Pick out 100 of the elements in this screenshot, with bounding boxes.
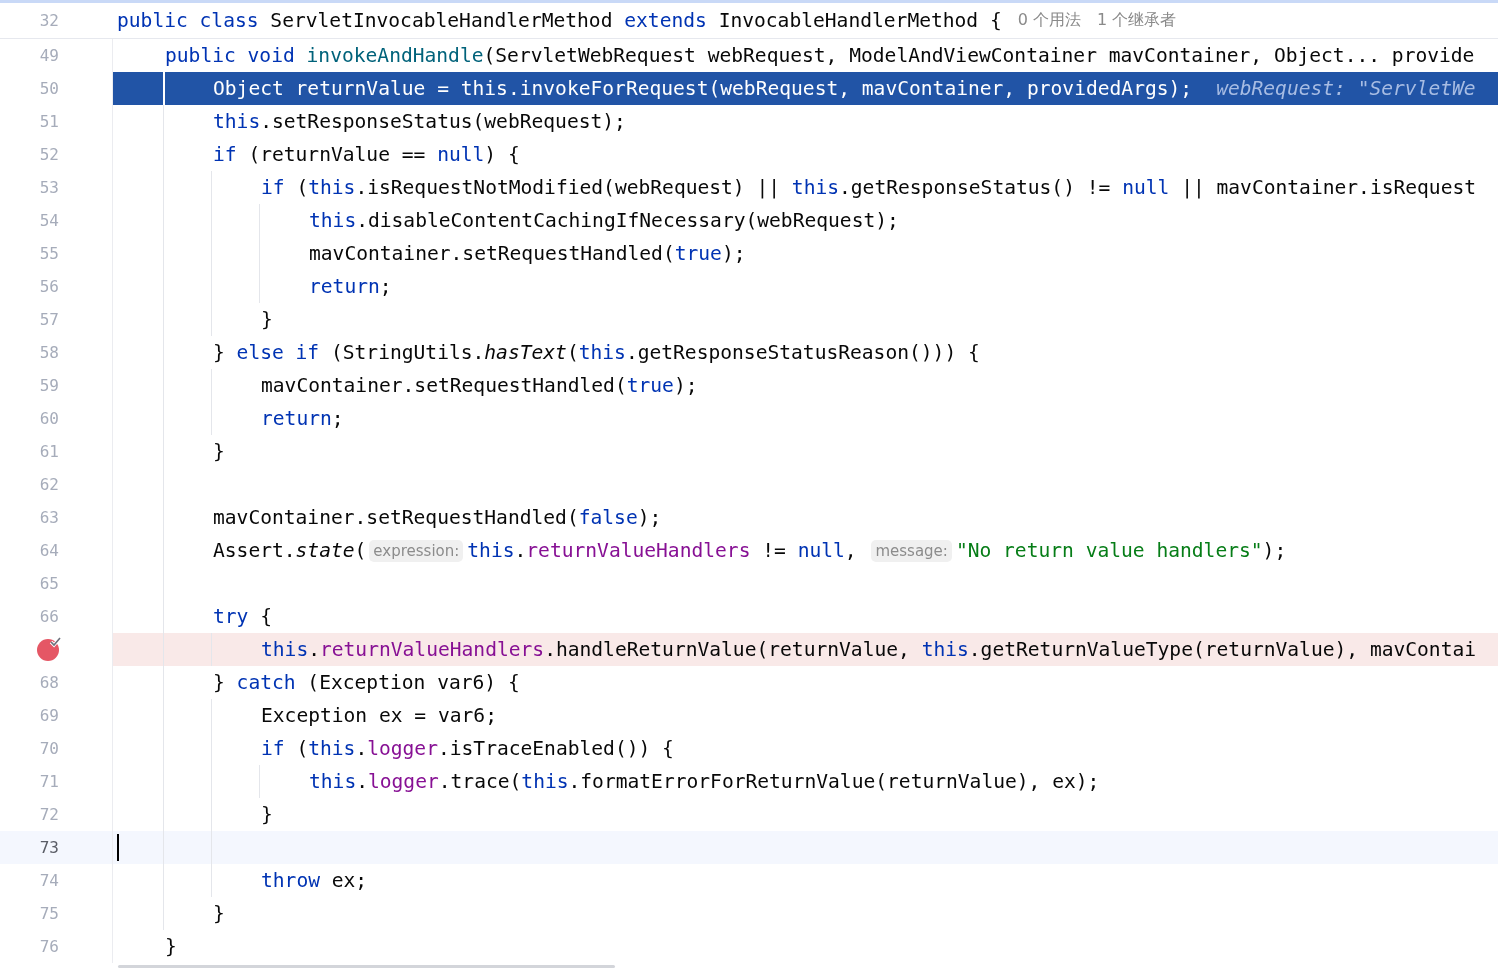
code-text: mavContainer.setRequestHandled( [261, 374, 627, 397]
code-text: } [213, 902, 225, 925]
code-text: Object returnValue = [213, 77, 450, 100]
parameter-hint[interactable]: message: [871, 539, 952, 562]
usage-hint[interactable]: 0 个用法 [1017, 10, 1082, 31]
keyword: throw [261, 869, 320, 892]
line-number: 32 [38, 11, 59, 30]
keyword: this [308, 737, 356, 760]
keyword: public void [165, 44, 296, 67]
code-text: Exception ex = var6; [261, 704, 497, 727]
line-number: 53 [38, 178, 59, 197]
keyword: return [261, 407, 332, 430]
keyword: extends [624, 9, 707, 32]
code-text: ; [379, 275, 392, 298]
method-name: invokeAndHandle [306, 44, 484, 67]
line-number: 76 [38, 937, 59, 956]
keyword: this [460, 77, 508, 100]
line-number: 59 [38, 376, 59, 395]
code-text: } [213, 671, 226, 694]
code-text: ); [673, 374, 698, 397]
line-number: 74 [38, 871, 59, 890]
keyword: true [674, 242, 722, 265]
breakpoint-icon[interactable] [37, 637, 62, 662]
code-text: ); [721, 242, 746, 265]
keyword: this [521, 770, 569, 793]
line-number: 64 [38, 541, 59, 560]
parameter-hint[interactable]: expression: [369, 539, 464, 562]
code-text: .getResponseStatusReason())) { [625, 341, 980, 364]
keyword: this [213, 110, 261, 133]
line-number: 51 [38, 112, 59, 131]
code-text: mavContainer.setRequestHandled( [309, 242, 675, 265]
keyword: this [261, 638, 309, 661]
code-text: .isTraceEnabled()) { [437, 737, 674, 760]
code-text: ( [296, 737, 309, 760]
code-text: (StringUtils. [330, 341, 485, 364]
line-number: 52 [38, 145, 59, 164]
code-text: ; [331, 407, 344, 430]
keyword: try [213, 605, 249, 628]
code-text: InvocableHandlerMethod { [717, 9, 1002, 32]
code-text: .handleReturnValue(returnValue, [544, 638, 911, 661]
code-text: .getResponseStatus() != [839, 176, 1112, 199]
keyword: this [791, 176, 840, 199]
field-access: .logger [355, 737, 438, 760]
code-text: } [165, 935, 177, 958]
horizontal-scrollbar[interactable] [118, 965, 615, 968]
line-number: 63 [38, 508, 59, 527]
line-number: 57 [38, 310, 59, 329]
line-number: 55 [38, 244, 59, 263]
code-text: .formatErrorForReturnValue(returnValue), ex); [568, 770, 1100, 793]
code-text: ( [354, 539, 367, 562]
method-name: state [295, 539, 355, 562]
keyword: this [578, 341, 626, 364]
keyword: true [626, 374, 674, 397]
keyword: public class [117, 9, 259, 32]
keyword: if [261, 176, 286, 199]
keyword: null [797, 539, 845, 562]
line-number: 66 [38, 607, 59, 626]
code-text: .isRequestNotModified(webRequest) || [355, 176, 782, 199]
line-number: 58 [38, 343, 59, 362]
keyword: false [578, 506, 638, 529]
code-text: } [213, 341, 226, 364]
keyword: null [437, 143, 485, 166]
line-number: 75 [38, 904, 59, 923]
field-access: .returnValueHandlers [514, 539, 751, 562]
text-cursor [117, 834, 119, 861]
line-number: 60 [38, 409, 59, 428]
code-text: ); [637, 506, 662, 529]
code-text: .setResponseStatus(webRequest); [260, 110, 626, 133]
keyword: catch [236, 671, 296, 694]
code-text: != [761, 539, 787, 562]
method-name: hasText [484, 341, 567, 364]
line-number: 73 [38, 838, 59, 857]
keyword: this [467, 539, 515, 562]
code-text: mavContainer.setRequestHandled( [213, 506, 579, 529]
code-text: } [261, 803, 273, 826]
inline-debug-value: webRequest: "ServletWe [1216, 77, 1476, 100]
code-text: ex; [330, 869, 368, 892]
string-literal: "No return value handlers" [955, 539, 1263, 562]
line-number: 50 [38, 79, 59, 98]
keyword: this [921, 638, 969, 661]
keyword: if [213, 143, 238, 166]
line-number: 69 [38, 706, 59, 725]
code-text: , [844, 539, 858, 562]
usage-hint[interactable]: 1 个继承者 [1097, 10, 1177, 31]
code-text: { [259, 605, 272, 628]
code-text: ( [566, 341, 579, 364]
line-number: 49 [38, 46, 59, 65]
line-number: 61 [38, 442, 59, 461]
code-text: } [261, 308, 273, 331]
code-text: ( [296, 176, 309, 199]
code-text: .trace( [438, 770, 522, 793]
line-number: 56 [38, 277, 59, 296]
code-text: ServletInvocableHandlerMethod [269, 9, 614, 32]
keyword: this [308, 176, 356, 199]
code-text: ) { [484, 143, 520, 166]
code-text: || mavContainer.isRequest [1180, 176, 1477, 199]
code-text: (Exception var6) { [306, 671, 520, 694]
line-number: 72 [38, 805, 59, 824]
keyword: return [309, 275, 380, 298]
code-text: } [213, 440, 225, 463]
